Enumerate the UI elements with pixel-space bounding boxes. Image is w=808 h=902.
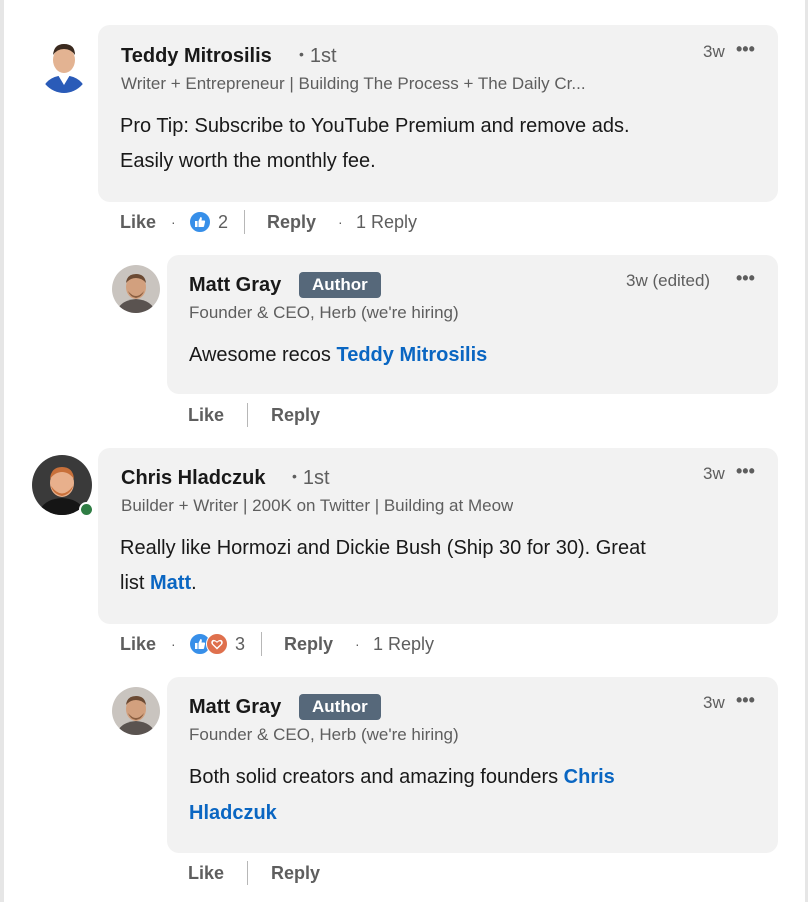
separator-dot: · xyxy=(338,214,343,230)
reply-button[interactable]: Reply xyxy=(271,863,320,884)
divider xyxy=(261,632,262,656)
reply-body: Awesome recos Teddy Mitrosilis xyxy=(189,338,487,373)
commenter-headline: Founder & CEO, Herb (we're hiring) xyxy=(189,725,459,744)
author-badge: Author xyxy=(299,272,381,298)
view-replies-link[interactable]: 1 Reply xyxy=(373,634,434,655)
separator-dot: · xyxy=(171,214,176,230)
divider xyxy=(244,210,245,234)
mention-link[interactable]: Teddy Mitrosilis xyxy=(336,344,487,366)
separator-dot: · xyxy=(355,636,360,652)
separator-dot: · xyxy=(171,636,176,652)
reaction-count[interactable]: 3 xyxy=(235,634,245,655)
online-status-indicator xyxy=(79,502,94,517)
body-text: Awesome recos xyxy=(189,344,337,366)
like-button[interactable]: Like xyxy=(120,634,156,655)
connection-degree: • 1st xyxy=(292,467,330,489)
commenter-headline: Writer + Entrepreneur | Building The Pro… xyxy=(121,74,586,93)
avatar[interactable] xyxy=(112,265,160,313)
comment-time: 3w xyxy=(703,693,725,712)
comment-body-line: list Matt. xyxy=(120,566,197,601)
reply-button[interactable]: Reply xyxy=(271,405,320,426)
avatar[interactable] xyxy=(112,687,160,735)
reply-button[interactable]: Reply xyxy=(267,212,316,233)
comment-body-line: Pro Tip: Subscribe to YouTube Premium an… xyxy=(120,115,630,137)
reaction-count[interactable]: 2 xyxy=(218,212,228,233)
more-horizontal-icon[interactable]: ••• xyxy=(736,462,755,480)
heart-reaction-icon[interactable] xyxy=(206,633,228,655)
divider xyxy=(247,403,248,427)
commenter-headline: Founder & CEO, Herb (we're hiring) xyxy=(189,303,459,322)
body-text: . xyxy=(191,572,197,594)
mention-link[interactable]: Matt xyxy=(150,572,191,594)
comment-body-line: Easily worth the monthly fee. xyxy=(120,150,376,172)
comment-body-line: Really like Hormozi and Dickie Bush (Shi… xyxy=(120,537,646,559)
like-button[interactable]: Like xyxy=(188,405,224,426)
like-button[interactable]: Like xyxy=(188,863,224,884)
commenter-name[interactable]: Chris Hladczuk xyxy=(121,467,265,490)
degree-label: 1st xyxy=(309,45,337,67)
more-horizontal-icon[interactable]: ••• xyxy=(736,691,755,709)
comment-time: 3w (edited) xyxy=(626,271,711,290)
reply-button[interactable]: Reply xyxy=(284,634,333,655)
commenter-name[interactable]: Teddy Mitrosilis xyxy=(121,45,272,68)
degree-label: 1st xyxy=(302,467,330,489)
connection-degree: • 1st xyxy=(299,45,337,67)
body-text: list xyxy=(120,572,150,594)
mention-link[interactable]: Chris xyxy=(564,766,615,788)
more-horizontal-icon[interactable]: ••• xyxy=(736,40,755,58)
commenter-name[interactable]: Matt Gray xyxy=(189,696,281,719)
more-horizontal-icon[interactable]: ••• xyxy=(736,269,755,287)
reply-body-line: Both solid creators and amazing founders… xyxy=(189,760,615,795)
commenter-name[interactable]: Matt Gray xyxy=(189,274,281,297)
commenter-headline: Builder + Writer | 200K on Twitter | Bui… xyxy=(121,496,514,515)
like-button[interactable]: Like xyxy=(120,212,156,233)
mention-link[interactable]: Hladczuk xyxy=(189,796,277,831)
author-badge: Author xyxy=(299,694,381,720)
comment-time: 3w xyxy=(703,42,725,61)
frame-border-left xyxy=(0,0,4,902)
divider xyxy=(247,861,248,885)
view-replies-link[interactable]: 1 Reply xyxy=(356,212,417,233)
comment-time: 3w xyxy=(703,464,725,483)
thumbs-up-reaction-icon[interactable] xyxy=(189,211,211,233)
avatar[interactable] xyxy=(38,35,90,93)
body-text: Both solid creators and amazing founders xyxy=(189,766,564,788)
